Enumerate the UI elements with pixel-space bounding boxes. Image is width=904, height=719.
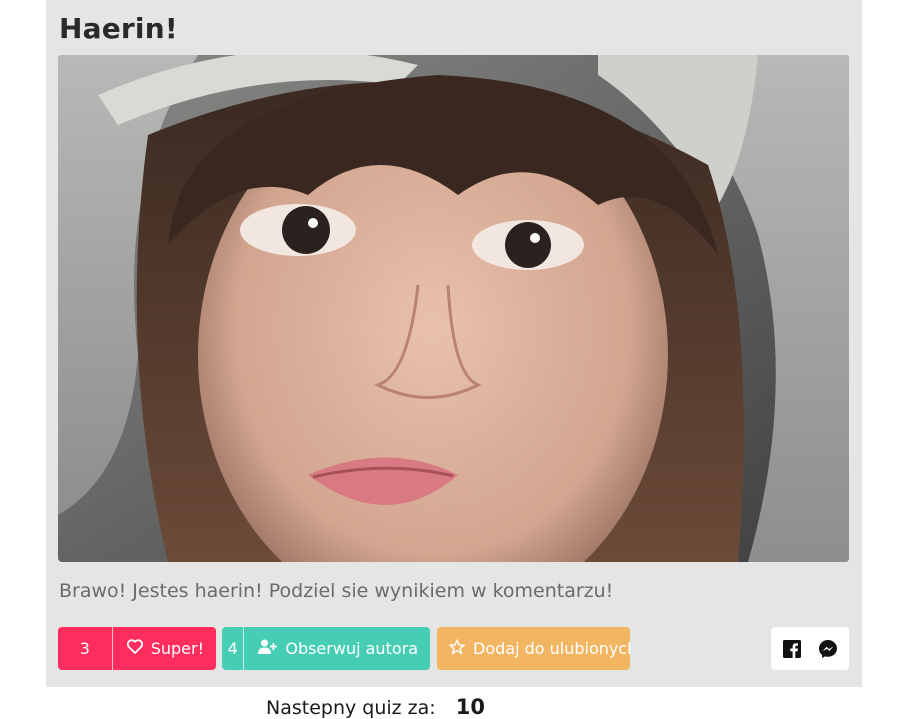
- quiz-result-card: Haerin! Brawo! Jestes haerin! Podziel si…: [46, 0, 862, 687]
- follow-label: Obserwuj autora: [285, 639, 418, 658]
- messenger-icon[interactable]: [818, 639, 838, 659]
- next-quiz-timer: Nastepny quiz za: 10: [266, 695, 485, 719]
- result-image: [58, 55, 849, 562]
- like-count: 3: [58, 627, 113, 670]
- next-quiz-countdown: 10: [455, 695, 485, 719]
- result-description: Brawo! Jestes haerin! Podziel sie wyniki…: [59, 580, 614, 602]
- follow-author-button[interactable]: 4 Obserwuj autora: [222, 627, 430, 670]
- share-box: [771, 627, 849, 670]
- follow-count: 4: [222, 627, 245, 670]
- like-button[interactable]: 3 Super!: [58, 627, 216, 670]
- result-title: Haerin!: [59, 12, 178, 45]
- like-label: Super!: [150, 639, 204, 658]
- add-to-favorites-button[interactable]: Dodaj do ulubionych: [437, 627, 630, 670]
- facebook-icon[interactable]: [782, 639, 801, 658]
- favorites-label: Dodaj do ulubionych: [473, 639, 630, 658]
- next-quiz-label: Nastepny quiz za:: [266, 697, 436, 719]
- user-plus-icon: [258, 639, 278, 658]
- star-icon: [449, 638, 465, 659]
- heart-icon: [126, 639, 143, 658]
